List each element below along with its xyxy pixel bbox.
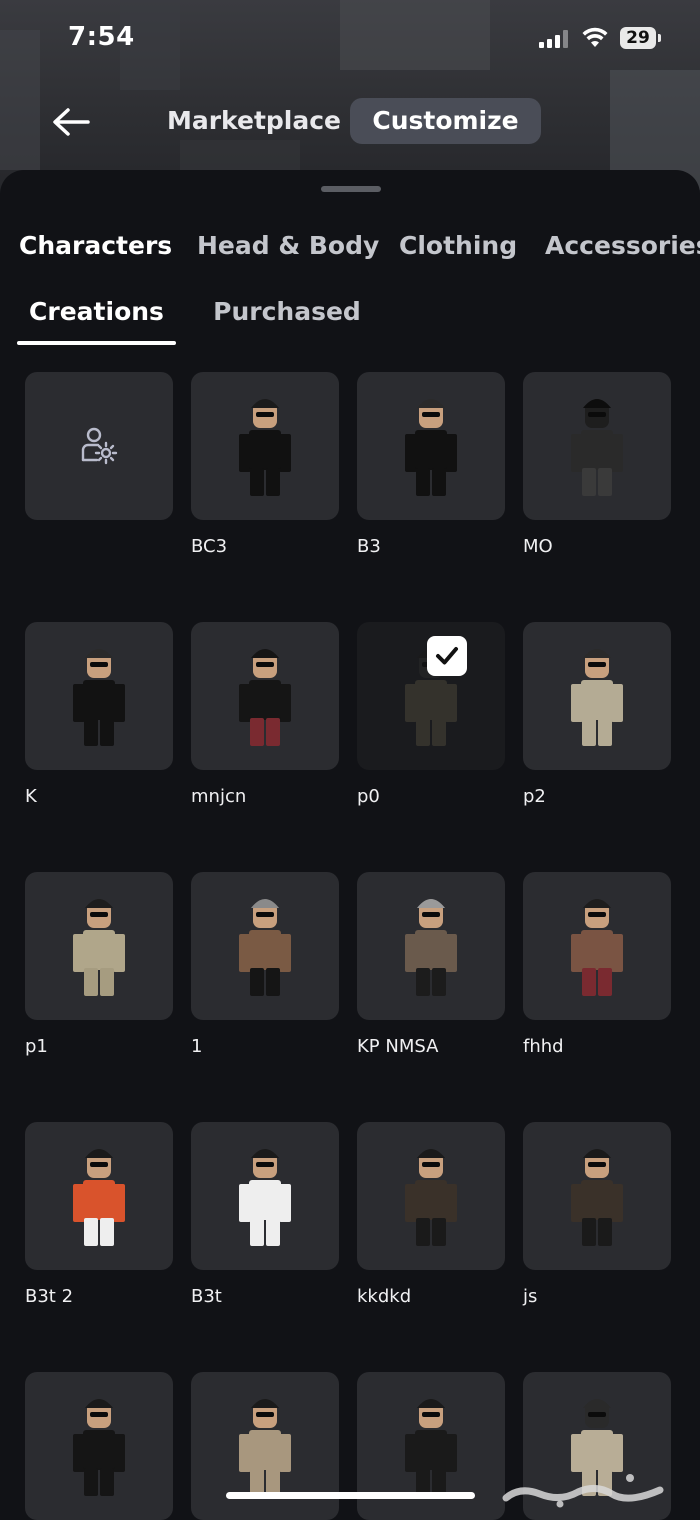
character-name: BC3 — [191, 536, 228, 557]
avatar-figure — [73, 1399, 125, 1496]
tab-accessories[interactable]: Accessories — [545, 222, 700, 270]
character-name: p0 — [357, 786, 380, 807]
back-arrow-icon[interactable] — [48, 102, 94, 142]
avatar-figure — [405, 1149, 457, 1246]
character-name: K — [25, 786, 37, 807]
character-name: 1 — [191, 1036, 203, 1057]
selected-checkmark-icon — [427, 636, 467, 676]
avatar-figure — [405, 899, 457, 996]
create-character-tile[interactable] — [25, 372, 173, 520]
tab-purchased[interactable]: Purchased — [206, 290, 368, 344]
wifi-icon — [582, 27, 608, 49]
character-tile[interactable] — [25, 1372, 173, 1520]
avatar-figure — [239, 649, 291, 746]
status-time: 7:54 — [68, 22, 135, 52]
character-tile[interactable] — [523, 372, 671, 520]
avatar-figure — [571, 649, 623, 746]
character-name: B3t 2 — [25, 1286, 74, 1307]
cellular-signal-icon — [539, 30, 571, 48]
character-name: js — [523, 1286, 538, 1307]
avatar-figure — [239, 899, 291, 996]
create-character-icon — [81, 427, 118, 465]
character-tile[interactable] — [357, 372, 505, 520]
character-tile[interactable] — [191, 372, 339, 520]
character-name: p2 — [523, 786, 546, 807]
watermark-logo — [500, 1468, 670, 1508]
tab-creations[interactable]: Creations — [17, 290, 176, 344]
character-name: MO — [523, 536, 553, 557]
avatar-figure — [405, 399, 457, 496]
character-tile[interactable] — [523, 872, 671, 1020]
character-name: p1 — [25, 1036, 48, 1057]
avatar-figure — [73, 1149, 125, 1246]
avatar-figure — [239, 399, 291, 496]
character-tile[interactable] — [191, 872, 339, 1020]
character-tile[interactable] — [191, 622, 339, 770]
character-tile[interactable] — [357, 872, 505, 1020]
character-name: B3t — [191, 1286, 222, 1307]
tab-marketplace[interactable]: Marketplace — [160, 98, 348, 144]
character-tile[interactable] — [523, 1122, 671, 1270]
category-tabs: Characters Head & Body Clothing Accessor… — [0, 222, 700, 270]
avatar-figure — [571, 399, 623, 496]
avatar-figure — [73, 649, 125, 746]
character-tile[interactable] — [357, 1122, 505, 1270]
character-name: kkdkd — [357, 1286, 412, 1307]
battery-icon: 29 — [620, 27, 662, 49]
avatar-figure — [571, 1149, 623, 1246]
tab-characters[interactable]: Characters — [19, 222, 172, 270]
avatar-figure — [239, 1149, 291, 1246]
character-tile[interactable] — [25, 872, 173, 1020]
battery-level: 29 — [626, 28, 650, 48]
tab-head-body[interactable]: Head & Body — [197, 222, 379, 270]
character-name: KP NMSA — [357, 1036, 439, 1057]
character-name: B3 — [357, 536, 381, 557]
tab-customize[interactable]: Customize — [350, 98, 541, 144]
tab-clothing[interactable]: Clothing — [399, 222, 517, 270]
character-name: fhhd — [523, 1036, 564, 1057]
character-tile[interactable] — [523, 622, 671, 770]
avatar-figure — [73, 899, 125, 996]
character-tile[interactable] — [25, 622, 173, 770]
status-bar: 7:54 29 — [0, 0, 700, 76]
character-name: mnjcn — [191, 786, 247, 807]
sheet-drag-handle[interactable] — [321, 186, 381, 192]
active-tab-indicator — [17, 341, 176, 345]
sub-tabs: Creations Purchased — [0, 290, 700, 348]
character-tile[interactable] — [25, 1122, 173, 1270]
avatar-figure — [571, 899, 623, 996]
character-tile[interactable] — [191, 1122, 339, 1270]
home-indicator — [226, 1492, 475, 1499]
